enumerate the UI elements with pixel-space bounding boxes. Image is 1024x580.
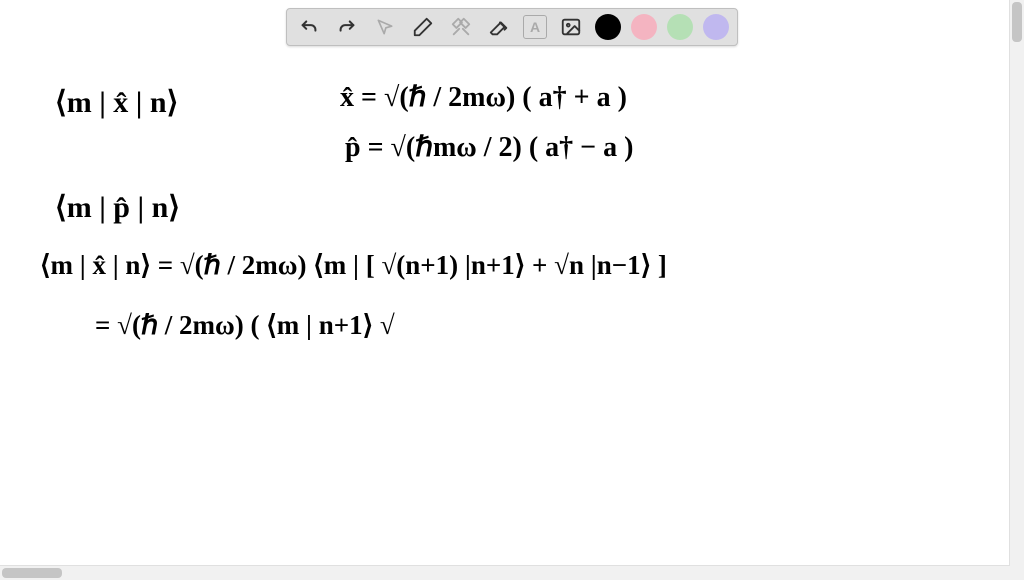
expr-mpn: ⟨m | p̂ | n⟩ <box>55 190 180 225</box>
crossed-tools-icon[interactable] <box>447 13 475 41</box>
color-green[interactable] <box>667 14 693 40</box>
horizontal-scrollbar[interactable] <box>0 565 1010 580</box>
expr-mxn-step2: = √(ℏ / 2mω) ( ⟨m | n+1⟩ √ <box>95 310 395 341</box>
image-tool-icon[interactable] <box>557 13 585 41</box>
vertical-scrollbar[interactable] <box>1009 0 1024 580</box>
textbox-tool-icon[interactable]: A <box>523 15 547 39</box>
undo-button[interactable] <box>295 13 323 41</box>
expr-mxn: ⟨m | x̂ | n⟩ <box>55 85 178 120</box>
pointer-tool-icon[interactable] <box>371 13 399 41</box>
textbox-label: A <box>530 19 540 35</box>
pen-tool-icon[interactable] <box>409 13 437 41</box>
vertical-scroll-thumb[interactable] <box>1012 2 1022 42</box>
expr-p-def: p̂ = √(ℏmω / 2) ( a† − a ) <box>345 130 633 164</box>
color-black[interactable] <box>595 14 621 40</box>
expr-mxn-expand: ⟨m | x̂ | n⟩ = √(ℏ / 2mω) ⟨m | [ √(n+1) … <box>40 250 667 281</box>
color-pink[interactable] <box>631 14 657 40</box>
toolbar: A <box>286 8 738 46</box>
color-purple[interactable] <box>703 14 729 40</box>
horizontal-scroll-thumb[interactable] <box>2 568 62 578</box>
eraser-tool-icon[interactable] <box>485 13 513 41</box>
redo-button[interactable] <box>333 13 361 41</box>
expr-x-def: x̂ = √(ℏ / 2mω) ( a† + a ) <box>340 80 627 114</box>
